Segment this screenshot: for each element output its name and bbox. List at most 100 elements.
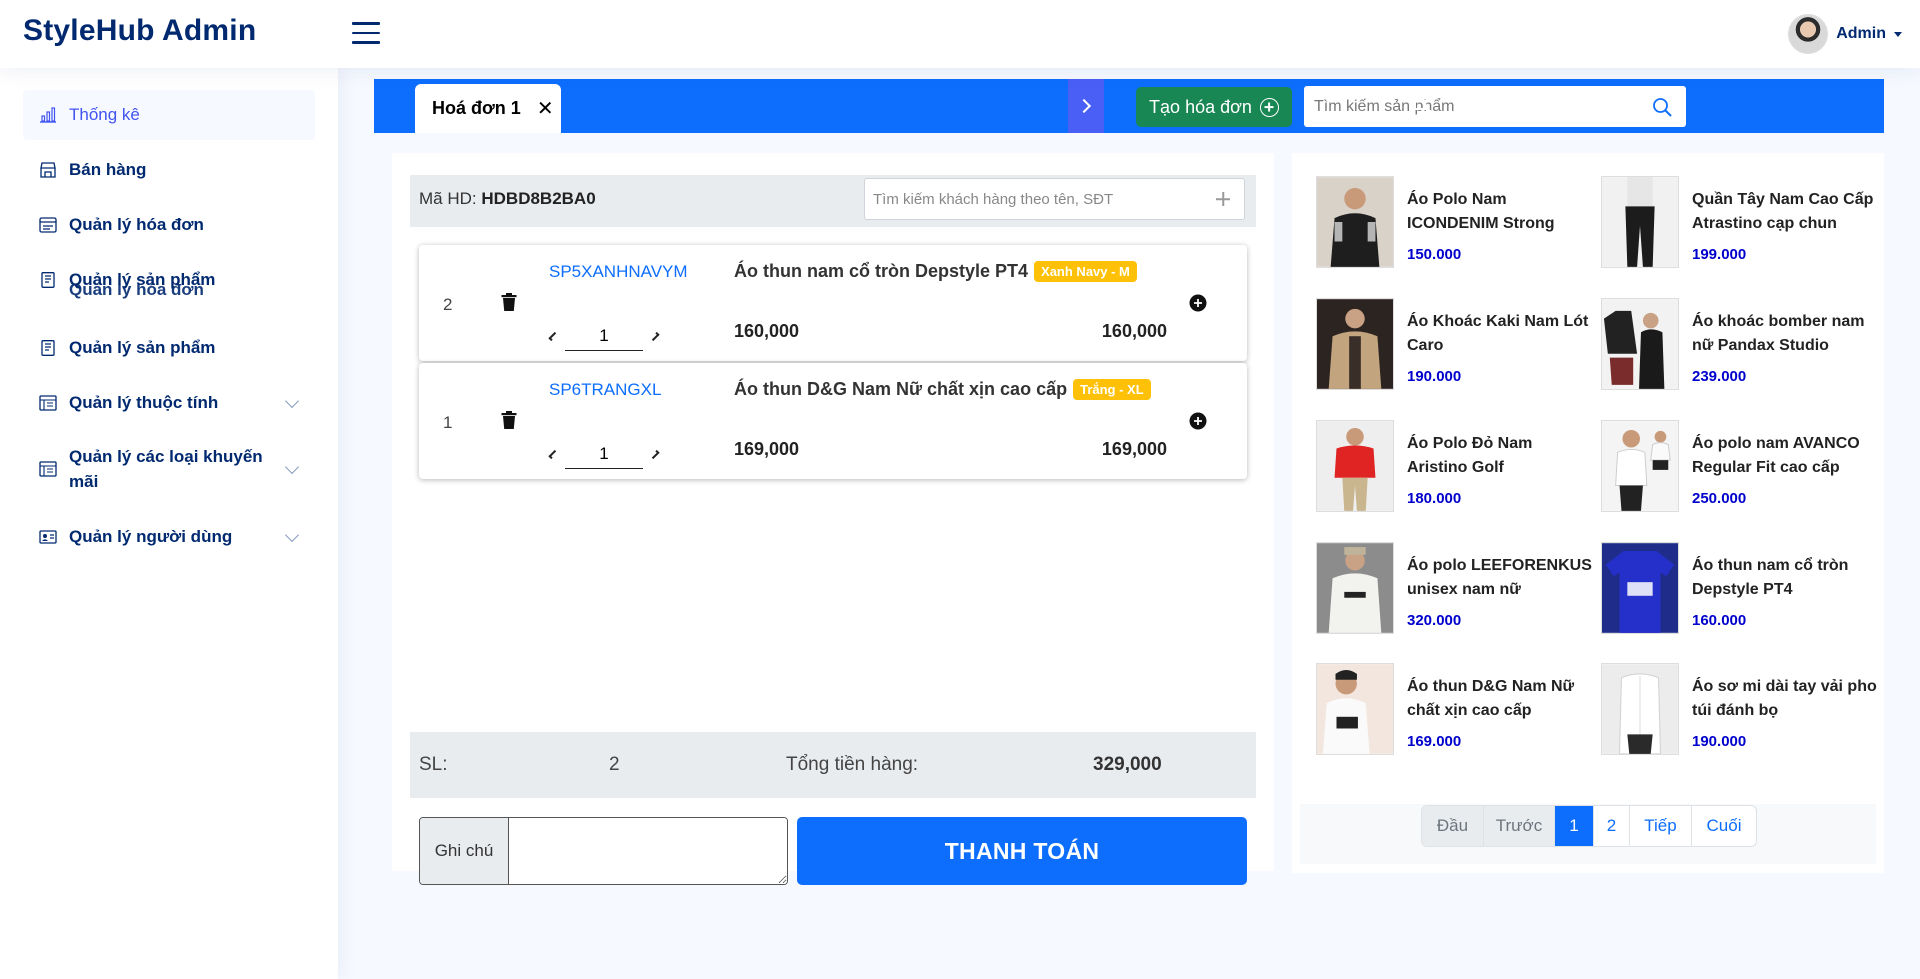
quantity-input[interactable]	[565, 439, 643, 469]
chevron-down-icon	[284, 459, 300, 475]
increase-qty-icon[interactable]	[650, 331, 660, 341]
quantity-stepper	[547, 319, 661, 353]
increase-qty-icon[interactable]	[650, 449, 660, 459]
product-price: 190.000	[1692, 733, 1747, 750]
product-card[interactable]: Áo Khoác Kaki Nam Lót Caro 190.000	[1316, 298, 1588, 390]
product-card[interactable]: Áo sơ mi dài tay vải pho túi đánh bọ 190…	[1601, 663, 1877, 755]
sidebar-item-sales[interactable]: Bán hàng	[23, 145, 315, 195]
line-product-name: Áo thun nam cổ tròn Depstyle PT4 Xanh Na…	[734, 261, 1137, 282]
product-search-input[interactable]	[1304, 86, 1652, 127]
product-image	[1316, 542, 1394, 634]
product-image	[1601, 420, 1679, 512]
note-textarea[interactable]	[509, 818, 787, 884]
product-card[interactable]: Áo Polo Đỏ Nam Aristino Golf 180.000	[1316, 420, 1586, 512]
product-price: 150.000	[1407, 246, 1462, 263]
bar-chart-icon	[40, 107, 56, 123]
line-sku[interactable]: SP5XANHNAVYM	[549, 262, 688, 282]
line-index: 2	[443, 295, 453, 314]
product-name: Áo sơ mi dài tay vải pho túi đánh bọ	[1692, 678, 1877, 719]
sidebar-item-label: Quản lý hóa đơn	[69, 215, 204, 235]
person-card-icon	[39, 530, 57, 544]
product-name: Quần Tây Nam Cao Cấp Atrastino cạp chun	[1692, 191, 1874, 232]
chevron-right-icon	[1076, 98, 1092, 114]
page-2[interactable]: 2	[1594, 806, 1630, 846]
qr-scan-icon[interactable]	[1409, 94, 1431, 116]
product-card[interactable]: Áo polo nam AVANCO Regular Fit cao cấp 2…	[1601, 420, 1871, 512]
avatar[interactable]	[1788, 14, 1829, 54]
product-image	[1601, 663, 1679, 755]
add-customer-icon[interactable]	[1216, 192, 1230, 206]
product-name: Áo polo LEEFORENKUS unisex nam nữ	[1407, 557, 1592, 598]
product-price: 250.000	[1692, 490, 1747, 507]
product-name: Áo polo nam AVANCO Regular Fit cao cấp	[1692, 435, 1860, 476]
total-value: 329,000	[1093, 754, 1162, 775]
page-prev[interactable]: Trước	[1484, 806, 1555, 846]
quantity-stepper	[547, 437, 661, 471]
pagination: Đầu Trước 1 2 Tiếp Cuối	[1421, 805, 1757, 847]
sidebar-item-label: Thống kê	[69, 105, 140, 125]
variant-badge: Xanh Navy - M	[1034, 261, 1137, 282]
sidebar-item-label: Quản lý sản phẩm	[69, 270, 216, 290]
decrease-qty-icon[interactable]	[548, 449, 558, 459]
page-next[interactable]: Tiếp	[1630, 806, 1692, 846]
trash-icon[interactable]	[501, 411, 517, 429]
sidebar-item-label: Quản lý các loại khuyến mãi	[69, 446, 263, 492]
user-name[interactable]: Admin	[1836, 25, 1886, 43]
product-price: 199.000	[1692, 246, 1747, 263]
create-invoice-button[interactable]: Tạo hóa đơn	[1136, 87, 1292, 127]
tab-invoice-1[interactable]: Hoá đơn 1 ✕	[415, 84, 561, 133]
product-image	[1316, 176, 1394, 268]
line-total: 169,000	[1101, 439, 1167, 459]
qty-label: SL:	[419, 754, 448, 775]
layout-icon	[39, 395, 57, 411]
search-icon[interactable]	[1652, 97, 1672, 117]
qty-value: 2	[609, 754, 620, 775]
product-image	[1316, 663, 1394, 755]
caret-down-icon	[1894, 31, 1902, 37]
product-price: 190.000	[1407, 368, 1462, 385]
plus-circle-icon	[1259, 97, 1279, 117]
customer-search-input[interactable]	[865, 190, 1216, 208]
invoice-summary: SL: 2 Tổng tiền hàng: 329,000	[410, 732, 1256, 798]
line-sku[interactable]: SP6TRANGXL	[549, 380, 661, 400]
top-header: StyleHub Admin Admin	[0, 0, 1920, 68]
product-card[interactable]: Áo thun nam cổ tròn Depstyle PT4 160.000	[1601, 542, 1871, 634]
sidebar-item-label: Bán hàng	[69, 160, 147, 180]
product-name: Áo Khoác Kaki Nam Lót Caro	[1407, 313, 1589, 354]
product-name: Áo thun nam cổ tròn Depstyle PT4	[1692, 557, 1849, 598]
user-menu[interactable]: Admin	[1788, 14, 1902, 54]
product-card[interactable]: Áo polo LEEFORENKUS unisex nam nữ 320.00…	[1316, 542, 1592, 634]
sidebar-item-invoices[interactable]: Quản lý hóa đơn	[23, 200, 315, 250]
sidebar-toggle-icon[interactable]	[352, 22, 380, 46]
tab-scroll-right-button[interactable]	[1068, 79, 1104, 133]
journal-icon	[41, 340, 55, 356]
product-card[interactable]: Quần Tây Nam Cao Cấp Atrastino cạp chun …	[1601, 176, 1873, 268]
decrease-qty-icon[interactable]	[548, 331, 558, 341]
page-first[interactable]: Đầu	[1422, 806, 1484, 846]
receipt-icon	[39, 217, 57, 233]
trash-icon[interactable]	[501, 293, 517, 311]
sidebar-item-users[interactable]: Quản lý người dùng	[23, 512, 315, 562]
product-image	[1316, 298, 1394, 390]
plus-circle-fill-icon[interactable]	[1189, 412, 1207, 430]
product-card[interactable]: Áo Polo Nam ICONDENIM Strong 150.000	[1316, 176, 1586, 268]
product-card[interactable]: Áo khoác bomber nam nữ Pandax Studio 239…	[1601, 298, 1871, 390]
line-unit-price: 160,000	[734, 321, 800, 341]
page-1[interactable]: 1	[1555, 806, 1594, 846]
sidebar-item-products-2[interactable]: Quản lý sản phẩm	[23, 323, 315, 373]
filter-icon[interactable]	[1452, 94, 1474, 116]
sidebar-item-promotions[interactable]: Quản lý các loại khuyến mãi	[23, 433, 315, 505]
checkout-button[interactable]: THANH TOÁN	[797, 817, 1247, 885]
sidebar-item-products[interactable]: Quản lý sản phẩm	[23, 255, 315, 305]
page-last[interactable]: Cuối	[1692, 806, 1756, 846]
product-price: 180.000	[1407, 490, 1462, 507]
product-card[interactable]: Áo thun D&G Nam Nữ chất xịn cao cấp 169.…	[1316, 663, 1586, 755]
plus-circle-fill-icon[interactable]	[1189, 294, 1207, 312]
brand-logo-text[interactable]: StyleHub Admin	[23, 14, 256, 48]
close-icon[interactable]: ✕	[537, 96, 554, 121]
sidebar-item-attributes[interactable]: Quản lý thuộc tính	[23, 378, 315, 428]
quantity-input[interactable]	[565, 321, 643, 351]
sidebar-item-statistics[interactable]: Thống kê	[23, 90, 315, 140]
customer-search	[864, 178, 1245, 220]
create-invoice-label: Tạo hóa đơn	[1149, 96, 1252, 117]
